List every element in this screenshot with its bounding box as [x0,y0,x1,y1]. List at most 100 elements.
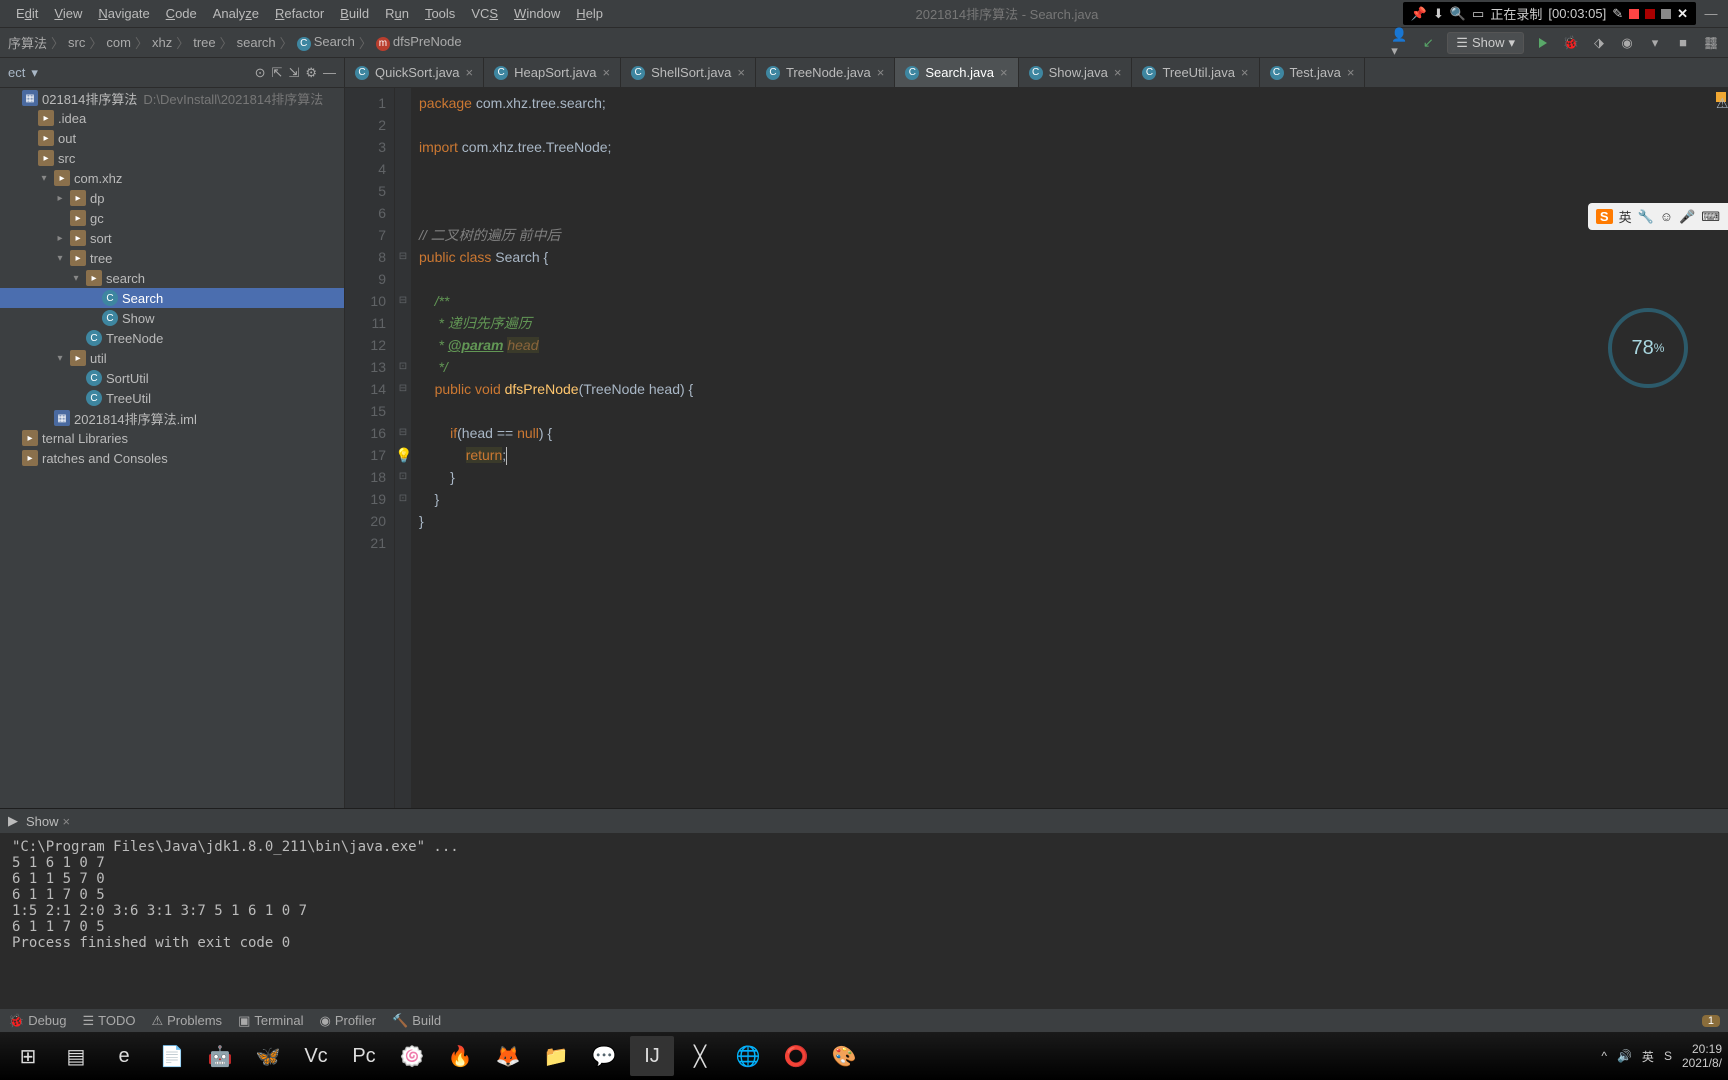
taskbar-clock[interactable]: 20:19 2021/8/ [1682,1042,1722,1070]
event-badge[interactable]: 1 [1702,1015,1720,1027]
taskbar-app[interactable]: 🎨 [822,1036,866,1076]
menu-analyze[interactable]: Analyze [205,6,267,21]
taskbar-app[interactable]: 💬 [582,1036,626,1076]
editor-tab[interactable]: CQuickSort.java× [345,58,484,87]
tree-row[interactable]: ▾▸search [0,268,344,288]
tree-row[interactable]: CTreeNode [0,328,344,348]
tray-sound-icon[interactable]: 🔊 [1617,1049,1632,1063]
editor-tab[interactable]: CSearch.java× [895,58,1018,87]
taskbar-app[interactable]: Vc [294,1036,338,1076]
user-icon[interactable]: 👤▾ [1391,34,1409,52]
tree-row[interactable]: ▸ratches and Consoles [0,448,344,468]
menu-refactor[interactable]: Refactor [267,6,332,21]
line-number-gutter[interactable]: 123456789101112131415161718192021 [345,88,395,808]
menu-build[interactable]: Build [332,6,377,21]
run-config-selector[interactable]: ☰ Show ▾ [1447,32,1524,54]
menu-run[interactable]: Run [377,6,417,21]
collapse-all-icon[interactable]: ⇲ [288,65,299,81]
project-tree[interactable]: ▦021814排序算法D:\DevInstall\2021814排序算法▸.id… [0,88,344,808]
close-icon[interactable]: × [63,814,71,829]
taskbar-app[interactable]: e [102,1036,146,1076]
ime-tool-icon[interactable]: 🔧 [1638,209,1654,225]
gear-icon[interactable]: ⚙ [305,65,317,81]
record-close-icon[interactable]: ✕ [1677,6,1688,22]
coverage-button[interactable]: ⬗ [1590,34,1608,52]
taskbar-app[interactable]: ╳ [678,1036,722,1076]
windows-taskbar[interactable]: ⊞▤e📄🤖🦋VcPc🍥🔥🦊📁💬IJ╳🌐⭕🎨 ^ 🔊 英 S 20:19 2021… [0,1032,1728,1080]
code-area[interactable]: ⚠ package com.xhz.tree.search;import com… [411,88,1728,808]
run-button[interactable] [1534,34,1552,52]
console-output[interactable]: "C:\Program Files\Java\jdk1.8.0_211\bin\… [0,833,1728,1008]
menu-navigate[interactable]: Navigate [90,6,157,21]
taskbar-app[interactable]: 🔥 [438,1036,482,1076]
toolwin-build[interactable]: 🔨 Build [392,1013,441,1029]
crumb-src[interactable]: src [68,35,85,50]
toolwin-todo[interactable]: ☰ TODO [83,1013,136,1029]
close-icon[interactable]: × [1241,65,1249,80]
close-icon[interactable]: × [1000,65,1008,80]
attach-button[interactable]: ▾ [1646,34,1664,52]
tree-row[interactable]: CShow [0,308,344,328]
ime-toolbar[interactable]: S 英 🔧 ☺ 🎤 ⌨ [1588,203,1728,230]
tree-row[interactable]: ▸src [0,148,344,168]
record-pause-icon[interactable] [1629,9,1639,19]
menu-vcs[interactable]: VCS [463,6,506,21]
close-icon[interactable]: × [877,65,885,80]
taskbar-app[interactable]: ▤ [54,1036,98,1076]
crumb-tree[interactable]: tree [193,35,215,50]
tree-row[interactable]: ▾▸tree [0,248,344,268]
taskbar-app[interactable]: 🍥 [390,1036,434,1076]
tree-row[interactable]: ▾▸com.xhz [0,168,344,188]
crumb-method[interactable]: mdfsPreNode [376,34,462,51]
close-icon[interactable]: × [737,65,745,80]
editor-tab[interactable]: CHeapSort.java× [484,58,621,87]
tree-row[interactable]: CTreeUtil [0,388,344,408]
tree-row[interactable]: CSearch [0,288,344,308]
menu-edit[interactable]: Edit [8,6,46,21]
tree-row[interactable]: ▸ternal Libraries [0,428,344,448]
tray-up-icon[interactable]: ^ [1601,1049,1607,1063]
toolwin-profiler[interactable]: ◉ Profiler [319,1013,376,1029]
taskbar-app[interactable]: 🤖 [198,1036,242,1076]
close-icon[interactable]: × [466,65,474,80]
console-tab[interactable]: Show × [26,814,70,829]
warning-stripe-icon[interactable]: ⚠ [1716,92,1726,102]
tree-row[interactable]: ▸▸dp [0,188,344,208]
tray-sogou[interactable]: S [1664,1049,1672,1063]
performance-gauge[interactable]: 78% [1608,308,1688,388]
record-stop-icon[interactable] [1645,9,1655,19]
tree-row[interactable]: ▸gc [0,208,344,228]
crumb-com[interactable]: com [106,35,131,50]
close-icon[interactable]: × [1114,65,1122,80]
minimize-button[interactable]: — [1702,5,1720,23]
profile-button[interactable]: ◉ [1618,34,1636,52]
expand-all-icon[interactable]: ⇱ [272,65,283,81]
taskbar-app[interactable]: 🦊 [486,1036,530,1076]
editor-tab[interactable]: CShow.java× [1019,58,1133,87]
tree-row[interactable]: ▦021814排序算法D:\DevInstall\2021814排序算法 [0,88,344,108]
pencil-icon[interactable]: ✎ [1612,6,1623,22]
stop-button[interactable]: ■ [1674,34,1692,52]
ime-lang[interactable]: 英 [1619,207,1632,226]
translate-icon[interactable]: 䨻 [1702,34,1720,52]
ime-keyboard-icon[interactable]: ⌨ [1701,209,1720,225]
record-marker-icon[interactable] [1661,9,1671,19]
editor-tabs[interactable]: CQuickSort.java×CHeapSort.java×CShellSor… [345,58,1728,88]
crumb-xhz[interactable]: xhz [152,35,172,50]
taskbar-app[interactable]: 🌐 [726,1036,770,1076]
menu-view[interactable]: View [46,6,90,21]
menu-tools[interactable]: Tools [417,6,463,21]
taskbar-app[interactable]: 🦋 [246,1036,290,1076]
editor-tab[interactable]: CTreeUtil.java× [1132,58,1259,87]
debug-button[interactable]: 🐞 [1562,34,1580,52]
hide-icon[interactable]: — [323,65,336,80]
system-tray[interactable]: ^ 🔊 英 S 20:19 2021/8/ [1601,1042,1722,1070]
taskbar-app[interactable]: IJ [630,1036,674,1076]
toolwin-terminal[interactable]: ▣ Terminal [238,1013,303,1029]
intention-bulb-icon[interactable]: 💡 [395,444,412,466]
taskbar-app[interactable]: 📁 [534,1036,578,1076]
tree-row[interactable]: CSortUtil [0,368,344,388]
tree-row[interactable]: ▸out [0,128,344,148]
crumb-project[interactable]: 序算法 [8,33,47,52]
editor-tab[interactable]: CShellSort.java× [621,58,756,87]
